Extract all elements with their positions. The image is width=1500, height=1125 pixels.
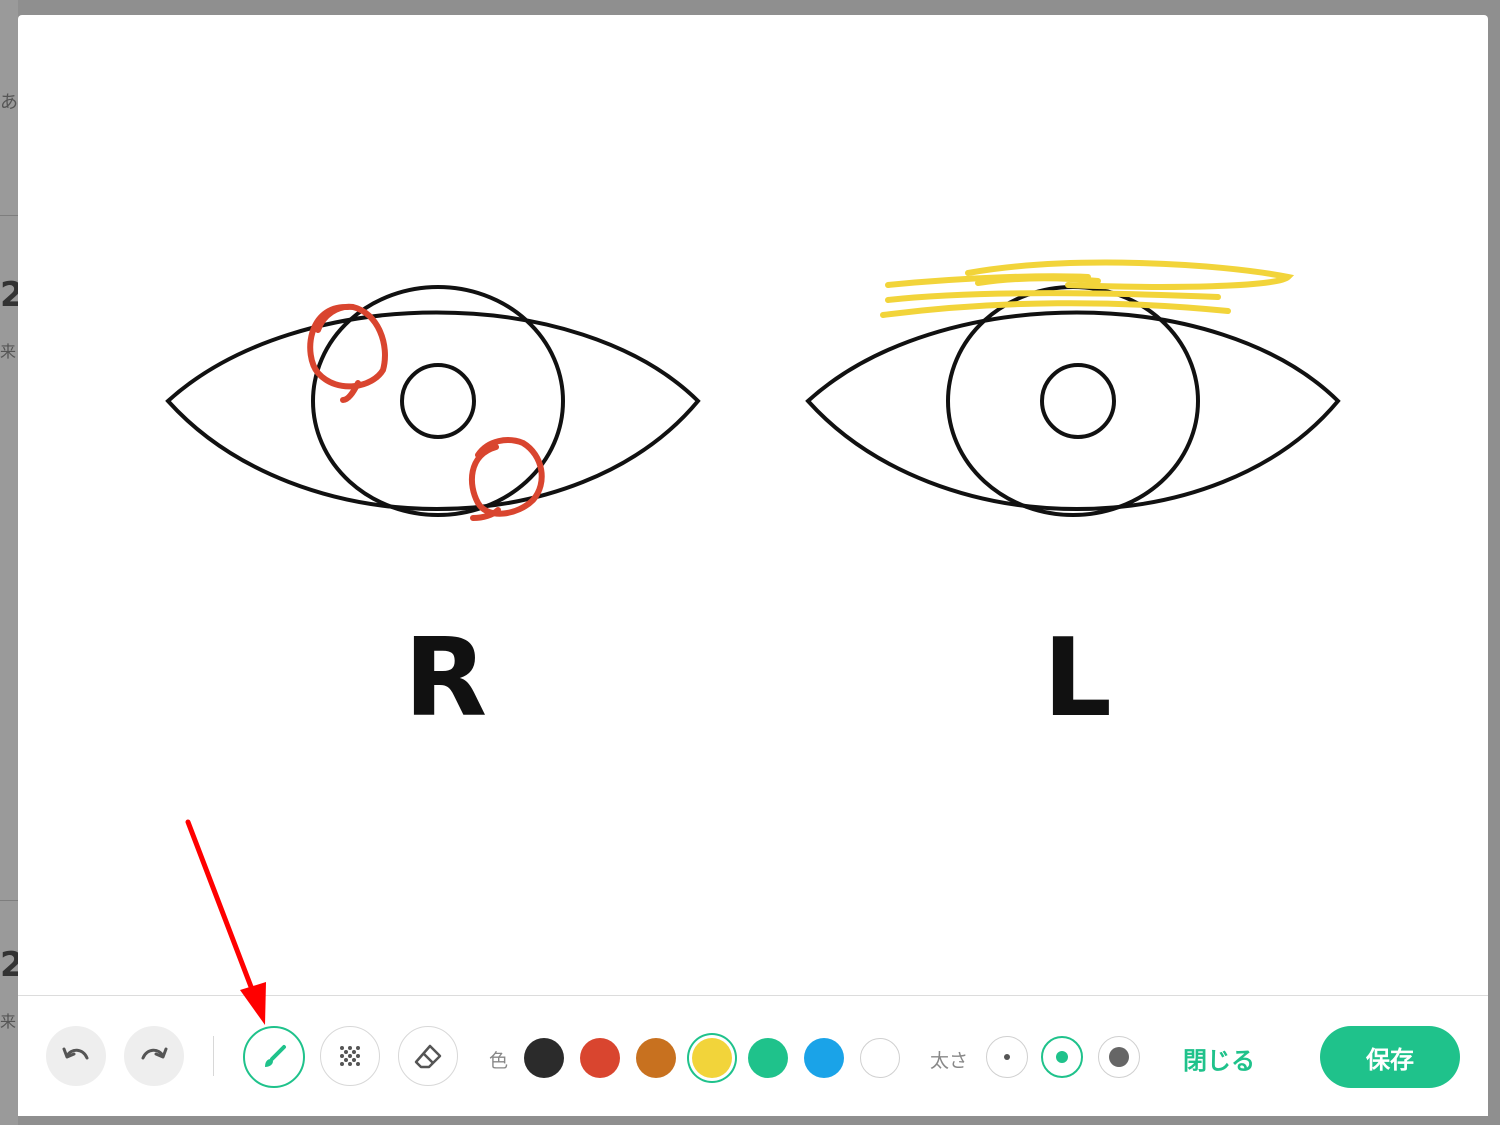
size-small-button[interactable] <box>986 1036 1028 1078</box>
pattern-tool-button[interactable] <box>320 1026 380 1086</box>
color-swatch-green[interactable] <box>748 1038 788 1078</box>
background-text: 来 <box>0 342 17 361</box>
redo-icon <box>141 1047 168 1060</box>
background-divider <box>0 900 18 901</box>
size-label: 太さ <box>930 1050 969 1072</box>
drawing-modal: R L 色 太さ 閉じる 保存 <box>18 15 1488 1116</box>
color-label: 色 <box>489 1050 509 1072</box>
size-medium-dot <box>1056 1051 1068 1063</box>
toolbar-separator <box>213 1036 214 1076</box>
color-swatch-white[interactable] <box>860 1038 900 1078</box>
save-button[interactable]: 保存 <box>1320 1026 1460 1088</box>
color-swatch-blue[interactable] <box>804 1038 844 1078</box>
color-swatch-orange[interactable] <box>636 1038 676 1078</box>
size-large-button[interactable] <box>1098 1036 1140 1078</box>
drawing-canvas[interactable]: R L <box>18 15 1488 995</box>
right-eye-label: R <box>404 616 488 741</box>
size-small-dot <box>1004 1054 1010 1060</box>
eraser-tool-button[interactable] <box>398 1026 458 1086</box>
drawing-toolbar: 色 太さ 閉じる 保存 <box>18 995 1488 1116</box>
undo-icon <box>62 1047 89 1060</box>
right-eye-outline <box>165 285 701 517</box>
eraser-icon <box>414 1044 442 1069</box>
red-annotation <box>307 303 545 521</box>
left-eye-label: L <box>1043 616 1112 741</box>
brush-icon <box>265 1045 286 1067</box>
redo-button[interactable] <box>124 1026 184 1086</box>
background-divider <box>0 215 18 216</box>
size-large-dot <box>1109 1047 1129 1067</box>
size-medium-button[interactable] <box>1041 1036 1083 1078</box>
undo-button[interactable] <box>46 1026 106 1086</box>
color-swatch-red[interactable] <box>580 1038 620 1078</box>
left-eye-outline <box>805 285 1341 517</box>
close-button[interactable]: 閉じる <box>1183 1041 1255 1076</box>
background-text: あ <box>0 92 18 113</box>
color-swatch-yellow[interactable] <box>692 1038 732 1078</box>
background-text: 来 <box>0 1012 17 1031</box>
color-swatch-black[interactable] <box>524 1038 564 1078</box>
dots-pattern-icon <box>340 1046 360 1066</box>
brush-tool-button[interactable] <box>243 1026 305 1088</box>
eye-diagram <box>165 259 1341 521</box>
